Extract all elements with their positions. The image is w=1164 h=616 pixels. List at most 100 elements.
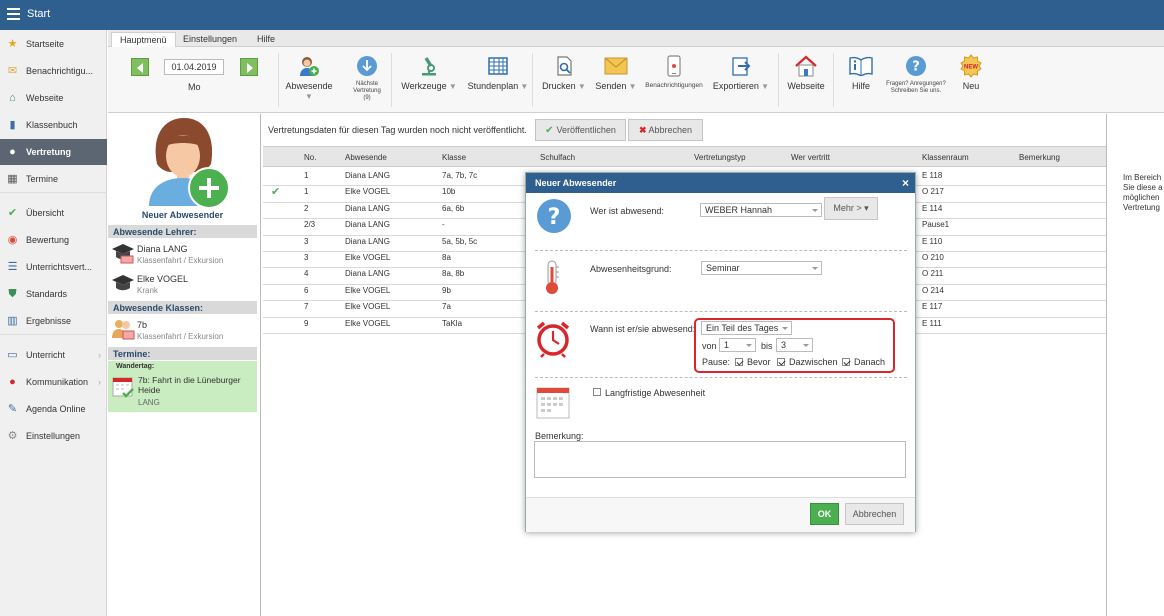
sidebar-item-label: Unterrichtsvert... [26,262,93,272]
tools-button[interactable]: Werkzeuge ▼ [401,54,457,91]
sidebar-item-agenda-online[interactable]: ✎ Agenda Online [0,396,107,422]
ok-button[interactable]: OK [810,503,839,525]
sidebar-item-standards[interactable]: ⛊ Standards [0,281,107,307]
column-header[interactable]: Klassenraum [922,153,969,162]
sidebar-item-startseite[interactable]: ★ Startseite [0,31,107,57]
reason-select[interactable]: Seminar [701,261,822,275]
send-button[interactable]: Senden ▼ [594,54,638,91]
add-person-icon [297,54,321,78]
checkmark-icon: ✔ [271,186,281,199]
next-day-button[interactable] [240,58,258,76]
sidebar-item-klassenbuch[interactable]: ▮ Klassenbuch [0,112,107,138]
envelope-icon [604,54,628,78]
list-icon: ☰ [7,260,18,273]
table-cell: 3 [304,236,309,246]
sidebar-item-übersicht[interactable]: ✔ Übersicht [0,200,107,226]
who-select[interactable]: WEBER Hannah [700,203,822,217]
column-header[interactable]: Schulfach [540,153,575,162]
table-cell: Diana LANG [345,203,390,213]
absent-button[interactable]: Abwesende ▼ [284,54,334,101]
dialog-cancel-button[interactable]: Abbrechen [845,503,904,525]
events-header: Termine: [108,347,257,360]
table-cell: 6 [304,285,309,295]
date-field[interactable]: 01.04.2019 [164,59,224,75]
teacher-reason: Krank [137,286,158,295]
event-type: Wandertag: [116,363,155,370]
check-circle-icon: ✔ [7,206,18,219]
download-circle-icon [355,54,379,78]
timetable-button[interactable]: Stundenplan ▼ [465,54,531,91]
shield-icon: ⛊ [8,287,17,300]
teacher-name[interactable]: Diana LANG [137,244,188,254]
table-cell: Elke VOGEL [345,285,391,295]
mail-icon: ✉ [7,64,18,77]
sidebar-item-kommunikation[interactable]: ● Kommunikation › [0,369,107,395]
new-absent-label[interactable]: Neuer Abwesender [108,210,257,220]
sidebar-item-benachrichtigu[interactable]: ✉ Benachrichtigu... [0,58,107,84]
cancel-publish-button[interactable]: ✖ Abbrechen [628,119,703,141]
class-name[interactable]: 7b [137,320,147,330]
publish-button[interactable]: ✔ Veröffentlichen [535,119,626,141]
new-label: Neu [962,81,980,91]
sidebar-item-einstellungen[interactable]: ⚙ Einstellungen [0,423,107,449]
timetable-label: Stundenplan [467,81,519,91]
column-header[interactable]: No. [304,153,316,162]
sidebar-item-unterrichtsvert[interactable]: ☰ Unterrichtsvert... [0,254,107,280]
tab-einstellungen[interactable]: Einstellungen [175,32,245,47]
sidebar-item-vertretung[interactable]: ● Vertretung [0,139,107,165]
sidebar-item-webseite[interactable]: ⌂ Webseite [0,85,107,111]
website-button[interactable]: Webseite [785,54,827,91]
close-icon[interactable]: × [902,176,909,190]
monitor-icon: ▭ [7,348,18,361]
table-cell: E 111 [922,318,942,328]
table-cell: Diana LANG [345,220,390,230]
teacher-name[interactable]: Elke VOGEL [137,274,188,284]
column-header[interactable]: Wer vertritt [791,153,830,162]
event-person: LANG [138,398,160,407]
notifications-button[interactable]: Benachrichtigungen [644,54,704,89]
sidebar-item-label: Übersicht [26,208,65,218]
info-panel: Im Bereich Sie diese a möglichen Vertret… [1106,114,1164,616]
print-button[interactable]: Drucken ▼ [542,54,586,91]
sidebar-item-label: Termine [26,174,59,184]
question-circle-icon: ? [904,54,928,78]
class-students-icon [111,318,135,342]
table-cell: 4 [304,269,309,279]
more-button[interactable]: Mehr > ▾ [824,197,878,220]
top-bar: Start [0,0,1164,30]
export-button[interactable]: Exportieren ▼ [712,54,770,91]
new-features-button[interactable]: NEW Neu [953,54,989,91]
table-cell: 3 [304,253,309,262]
avatar-person-icon [149,118,230,209]
column-header[interactable]: Bemerkung [1019,153,1060,162]
sidebar-item-label: Agenda Online [26,404,86,414]
absent-classes-header: Abwesende Klassen: [108,301,257,314]
column-header[interactable]: Klasse [442,153,466,162]
tab-hilfe[interactable]: Hilfe [249,32,283,47]
when-label: Wann ist er/sie abwesend: [590,324,696,334]
hamburger-menu-icon[interactable] [7,8,20,20]
table-cell: Pause1 [922,220,950,230]
sidebar-item-label: Startseite [26,39,65,49]
table-cell: O 210 [922,253,944,262]
sidebar-item-bewertung[interactable]: ◉ Bewertung [0,227,107,253]
sidebar-item-ergebnisse[interactable]: ▥ Ergebnisse [0,308,107,334]
longterm-checkbox[interactable] [593,388,601,396]
column-header[interactable]: Vertretungstyp [694,153,746,162]
new-absent-avatar[interactable] [135,116,230,212]
sidebar-item-termine[interactable]: ▦ Termine [0,166,107,192]
previous-day-button[interactable] [131,58,149,76]
feedback-button[interactable]: ? Fragen? Anregungen? Schreiben Sie uns. [885,54,947,95]
event-title: 7b: Fahrt in die Lüneburger Heide [138,375,241,395]
column-header[interactable]: Abwesende [345,153,387,162]
event-item[interactable]: Wandertag: 7b: Fahrt in die Lüneburger H… [108,361,257,412]
help-button[interactable]: Hilfe [846,54,876,91]
table-cell: 9 [304,318,309,328]
remark-textarea[interactable] [534,441,906,478]
teacher-reason: Klassenfahrt / Exkursion [137,256,224,265]
sidebar-item-unterricht[interactable]: ▭ Unterricht › [0,342,107,368]
tab-hauptmenue[interactable]: Hauptmenü [111,32,176,47]
house-icon [794,54,818,78]
table-cell: 8a [442,253,451,262]
next-substitution-button[interactable]: Nächste Vertretung (9) [350,54,384,102]
